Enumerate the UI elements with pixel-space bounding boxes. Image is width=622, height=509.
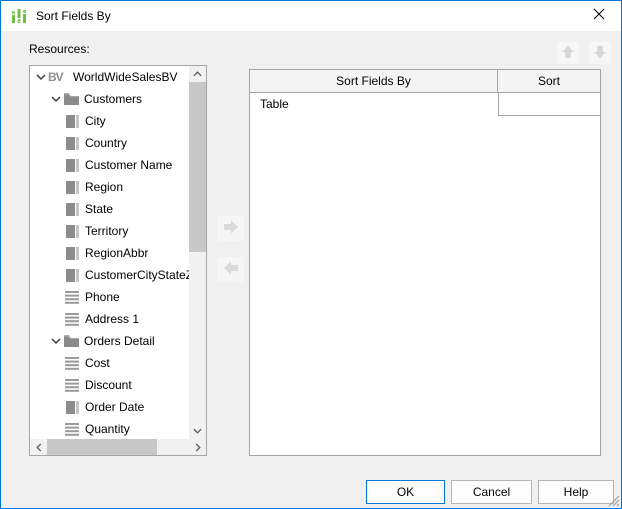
resources-label: Resources: <box>29 42 90 56</box>
resource-tree: BVWorldWideSalesBV Customers City Country Cu… <box>30 66 189 439</box>
tree-item[interactable]: Cost <box>30 352 189 374</box>
table-body: Table <box>250 93 600 116</box>
column-header-sort: Sort <box>498 70 600 92</box>
tree-item[interactable]: CustomerCityStateZ <box>30 264 189 286</box>
ok-button[interactable]: OK <box>366 480 445 504</box>
table-row[interactable]: Table <box>250 93 600 116</box>
tree-item[interactable]: Address 1 <box>30 308 189 330</box>
tree-item-label: Discount <box>85 378 132 392</box>
tree-item-label: Cost <box>85 356 110 370</box>
tree-item-label: Territory <box>85 224 128 238</box>
title-bar: Sort Fields By <box>1 1 621 31</box>
tree-item[interactable]: Country <box>30 132 189 154</box>
vertical-scroll-thumb[interactable] <box>189 82 206 252</box>
dialog-title: Sort Fields By <box>36 9 111 23</box>
detail-field-icon <box>64 379 80 392</box>
tree-item[interactable]: Quantity <box>30 418 189 439</box>
help-button[interactable]: Help <box>538 480 614 504</box>
tree-item[interactable]: RegionAbbr <box>30 242 189 264</box>
tree-item-label: Region <box>85 180 123 194</box>
add-field-button[interactable] <box>217 216 244 241</box>
detail-field-icon <box>64 291 80 304</box>
close-icon <box>593 8 605 23</box>
sort-order-cell[interactable] <box>498 93 600 116</box>
sort-sliders-icon <box>10 7 28 25</box>
group-field-icon <box>64 247 80 260</box>
group-field-icon <box>64 203 80 216</box>
scroll-up-icon[interactable] <box>189 66 206 82</box>
group-field-icon <box>64 137 80 150</box>
tree-item-label: Customers <box>84 92 142 106</box>
tree-item[interactable]: Order Date <box>30 396 189 418</box>
tree-item-label: Customer Name <box>85 158 172 172</box>
group-field-icon <box>64 181 80 194</box>
sort-field-cell[interactable]: Table <box>250 93 498 116</box>
tree-item-label: RegionAbbr <box>85 246 148 260</box>
close-button[interactable] <box>577 1 621 30</box>
arrow-up-icon <box>559 43 577 64</box>
tree-item[interactable]: Orders Detail <box>30 330 189 352</box>
detail-field-icon <box>64 357 80 370</box>
horizontal-scroll-thumb[interactable] <box>47 439 157 455</box>
folder-icon <box>63 335 79 347</box>
tree-item[interactable]: Customer Name <box>30 154 189 176</box>
tree-item[interactable]: State <box>30 198 189 220</box>
tree-item-label: WorldWideSalesBV <box>73 70 177 84</box>
tree-horizontal-scrollbar[interactable] <box>30 439 206 455</box>
remove-field-button[interactable] <box>217 257 244 282</box>
scroll-left-icon[interactable] <box>30 439 47 455</box>
column-header-sort-fields-by: Sort Fields By <box>250 70 498 92</box>
move-up-button[interactable] <box>557 42 579 64</box>
chevron-down-icon[interactable] <box>49 92 63 106</box>
arrow-left-icon <box>221 258 241 281</box>
group-field-icon <box>64 401 80 414</box>
chevron-down-icon[interactable] <box>34 70 48 84</box>
group-field-icon <box>64 225 80 238</box>
arrow-right-icon <box>221 217 241 240</box>
group-field-icon <box>64 269 80 282</box>
tree-item-label: Quantity <box>85 422 130 436</box>
tree-vertical-scrollbar[interactable] <box>189 66 206 439</box>
tree-item-label: Address 1 <box>85 312 139 326</box>
group-field-icon <box>64 115 80 128</box>
resources-panel: BVWorldWideSalesBV Customers City Country Cu… <box>29 65 207 456</box>
table-header-row: Sort Fields By Sort <box>250 70 600 93</box>
tree-item-label: State <box>85 202 113 216</box>
tree-item-label: CustomerCityStateZ <box>85 268 189 282</box>
detail-field-icon <box>64 313 80 326</box>
move-down-button[interactable] <box>589 42 611 64</box>
group-field-icon <box>64 159 80 172</box>
tree-item-label: Order Date <box>85 400 144 414</box>
tree-item[interactable]: Discount <box>30 374 189 396</box>
folder-icon <box>63 93 79 105</box>
detail-field-icon <box>64 423 80 436</box>
tree-item[interactable]: BVWorldWideSalesBV <box>30 66 189 88</box>
tree-item[interactable]: City <box>30 110 189 132</box>
chevron-down-icon[interactable] <box>49 334 63 348</box>
sort-fields-by-dialog: Sort Fields By Resources: BVWorldWideSal… <box>0 0 622 509</box>
scroll-down-icon[interactable] <box>189 423 206 439</box>
cancel-button[interactable]: Cancel <box>451 480 532 504</box>
tree-item[interactable]: Region <box>30 176 189 198</box>
sort-fields-table: Sort Fields By Sort Table <box>249 69 601 456</box>
tree-item-label: Country <box>85 136 127 150</box>
tree-item-label: City <box>85 114 106 128</box>
tree-item[interactable]: Territory <box>30 220 189 242</box>
resize-grip[interactable] <box>606 493 620 507</box>
business-view-icon: BV <box>48 70 70 84</box>
tree-item-label: Orders Detail <box>84 334 155 348</box>
tree-item[interactable]: Phone <box>30 286 189 308</box>
scroll-right-icon[interactable] <box>189 439 206 455</box>
arrow-down-icon <box>591 43 609 64</box>
tree-item[interactable]: Customers <box>30 88 189 110</box>
tree-item-label: Phone <box>85 290 120 304</box>
